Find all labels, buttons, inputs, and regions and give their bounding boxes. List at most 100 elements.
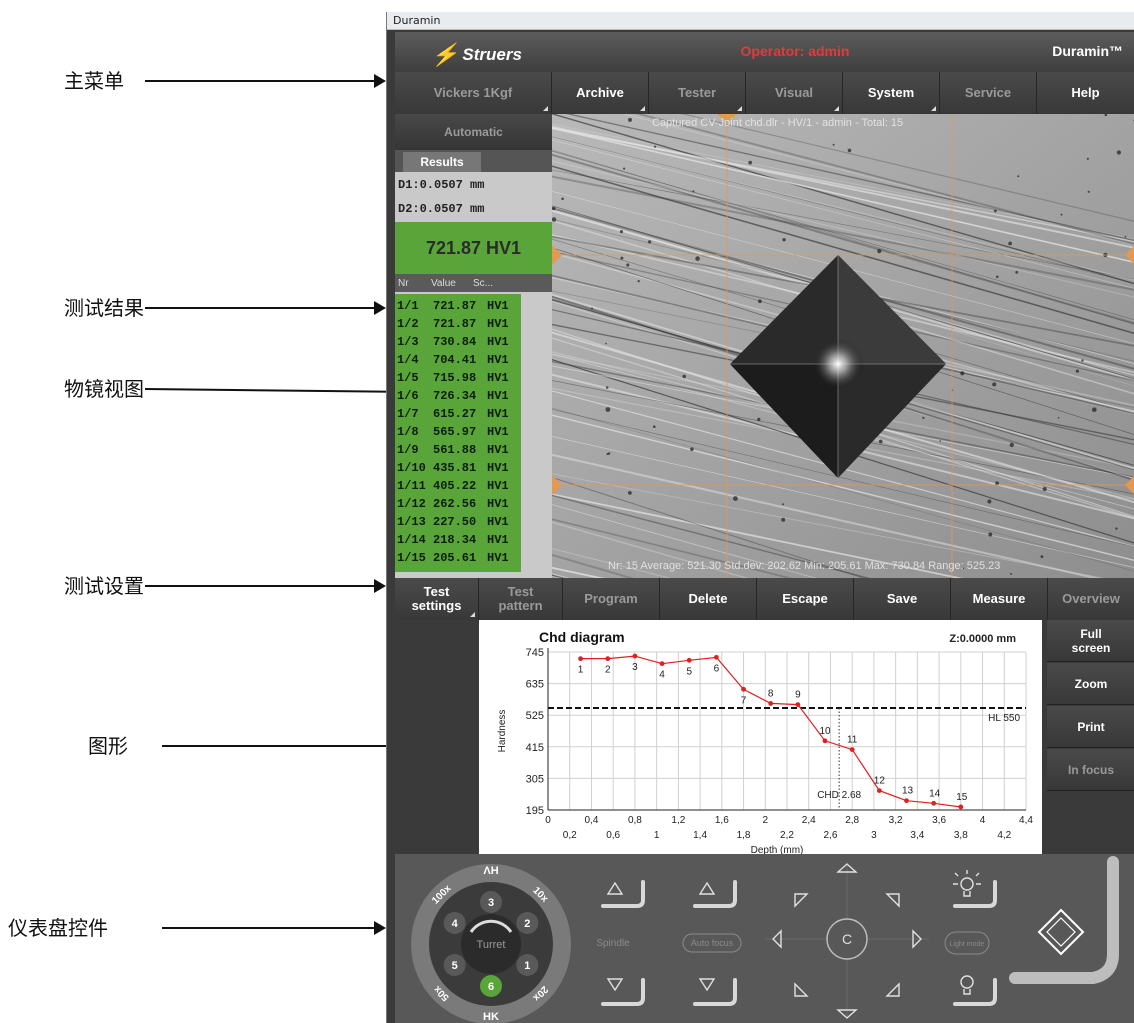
data-point[interactable] <box>795 702 801 708</box>
results-list[interactable]: 1/1 721.87 HV1 1/2 721.87 HV1 1/3 730.84 HV1 1/4 7… <box>395 294 521 572</box>
toolbar-program-button[interactable]: Program <box>563 578 660 620</box>
x-tick-label: 3,6 <box>932 815 946 826</box>
table-row[interactable]: 1/1 721.87 HV1 <box>395 297 521 315</box>
table-row[interactable]: 1/3 730.84 HV1 <box>395 333 521 351</box>
data-point[interactable] <box>686 657 692 663</box>
data-point[interactable] <box>659 661 665 667</box>
result-scale: HV1 <box>487 533 509 547</box>
print-button[interactable]: Print <box>1047 706 1134 748</box>
data-point[interactable] <box>822 738 828 744</box>
focus-up-icon[interactable] <box>698 881 716 895</box>
table-row[interactable]: 1/8 565.97 HV1 <box>395 423 521 441</box>
table-row[interactable]: 1/5 715.98 HV1 <box>395 369 521 387</box>
x-tick-label: 0,2 <box>563 830 577 841</box>
toolbar-delete-button[interactable]: Delete <box>660 578 757 620</box>
spindle-up-icon[interactable] <box>606 881 624 895</box>
button-label: Print <box>1077 719 1105 734</box>
data-point[interactable] <box>876 788 882 793</box>
data-label: 11 <box>847 735 858 746</box>
table-row[interactable]: 1/6 726.34 HV1 <box>395 387 521 405</box>
table-row[interactable]: 1/7 615.27 HV1 <box>395 405 521 423</box>
data-label: 14 <box>929 788 941 799</box>
light-down-icon[interactable] <box>960 975 974 989</box>
result-scale: HV1 <box>487 443 509 457</box>
dropdown-corner-icon <box>470 612 475 617</box>
data-point[interactable] <box>849 747 855 753</box>
tab-results[interactable]: Results <box>403 152 481 172</box>
focus-down-icon[interactable] <box>698 978 716 992</box>
table-row[interactable]: 1/10 435.81 HV1 <box>395 459 521 477</box>
toolbar-save-button[interactable]: Save <box>854 578 951 620</box>
in-focus-button[interactable]: In focus <box>1047 749 1134 791</box>
callout-line <box>145 80 376 82</box>
table-row[interactable]: 1/11 405.22 HV1 <box>395 477 521 495</box>
dropdown-corner-icon <box>931 106 936 111</box>
result-nr: 1/5 <box>397 371 419 385</box>
button-label: Delete <box>688 591 728 606</box>
data-point[interactable] <box>904 798 909 804</box>
results-column-header: Nr Value Sc... <box>395 274 552 292</box>
data-point[interactable] <box>768 701 774 706</box>
result-nr: 1/14 <box>397 533 426 547</box>
column-scale[interactable]: Sc... <box>473 278 513 289</box>
table-row[interactable]: 1/12 262.56 HV1 <box>395 495 521 513</box>
data-point[interactable] <box>931 800 937 806</box>
data-point[interactable] <box>713 654 719 660</box>
product-name: Duramin™ <box>1052 43 1123 59</box>
result-value: 565.97 <box>433 425 477 439</box>
stage-up-right-icon[interactable] <box>885 893 900 908</box>
objective-view[interactable]: Captured CV-Joint chd.dlr - HV/1 - admin… <box>552 114 1134 578</box>
column-nr[interactable]: Nr <box>395 278 431 289</box>
stage-up-left-icon[interactable] <box>794 893 809 908</box>
data-point[interactable] <box>578 656 583 662</box>
stage-down-right-icon[interactable] <box>885 982 900 997</box>
table-row[interactable]: 1/2 721.87 HV1 <box>395 315 521 333</box>
spindle-down-icon[interactable] <box>606 978 624 992</box>
menu-system-button[interactable]: System <box>843 72 940 114</box>
x-tick-label: 3,4 <box>910 830 924 841</box>
toolbar-escape-button[interactable]: Escape <box>757 578 854 620</box>
data-label: 13 <box>902 786 914 797</box>
callout-arrow-icon <box>374 74 386 88</box>
control-panel-graphics: 123456TurretΛHHK10x20x50x100xSpindle Auto… <box>411 856 1119 1023</box>
toolbar-test-settings-button[interactable]: Test settings <box>395 578 479 620</box>
start-test-icon[interactable] <box>1037 908 1085 956</box>
turret-position-label: 2 <box>524 918 530 930</box>
x-tick-label: 2,4 <box>802 815 816 826</box>
column-value[interactable]: Value <box>431 278 473 289</box>
automatic-mode-button[interactable]: Automatic <box>395 114 552 150</box>
x-tick-label: 0 <box>545 815 551 826</box>
callout-arrow-icon <box>374 579 386 593</box>
menu-visual-button[interactable]: Visual <box>746 72 843 114</box>
result-value: 435.81 <box>433 461 477 475</box>
menu-vickers-1kgf-button[interactable]: Vickers 1Kgf <box>395 72 552 114</box>
table-row[interactable]: 1/14 218.34 HV1 <box>395 531 521 549</box>
x-tick-label: 3,8 <box>954 830 968 841</box>
table-row[interactable]: 1/13 227.50 HV1 <box>395 513 521 531</box>
button-label: Archive <box>576 85 624 100</box>
full-screen-button[interactable]: Full screen <box>1047 620 1134 662</box>
table-row[interactable]: 1/15 205.61 HV1 <box>395 549 521 567</box>
result-nr: 1/7 <box>397 407 419 421</box>
stage-down-left-icon[interactable] <box>794 982 809 997</box>
results-tab-bar: Results <box>395 150 552 172</box>
zoom-button[interactable]: Zoom <box>1047 663 1134 705</box>
data-point[interactable] <box>741 686 746 692</box>
result-value: 730.84 <box>433 335 477 349</box>
callout-label: 测试设置 <box>64 574 144 598</box>
menu-archive-button[interactable]: Archive <box>552 72 649 114</box>
toolbar-measure-button[interactable]: Measure <box>951 578 1048 620</box>
data-point[interactable] <box>605 656 611 662</box>
menu-help-button[interactable]: Help <box>1037 72 1134 114</box>
result-scale: HV1 <box>487 335 509 349</box>
data-point[interactable] <box>632 653 638 659</box>
light-up-icon[interactable] <box>960 877 974 891</box>
data-point[interactable] <box>958 804 964 810</box>
toolbar-test-pattern-button[interactable]: Test pattern <box>479 578 563 620</box>
menu-tester-button[interactable]: Tester <box>649 72 746 114</box>
table-row[interactable]: 1/4 704.41 HV1 <box>395 351 521 369</box>
button-hook-frame <box>601 978 645 1006</box>
table-row[interactable]: 1/9 561.88 HV1 <box>395 441 521 459</box>
menu-service-button[interactable]: Service <box>940 72 1037 114</box>
toolbar-overview-button[interactable]: Overview <box>1048 578 1134 620</box>
